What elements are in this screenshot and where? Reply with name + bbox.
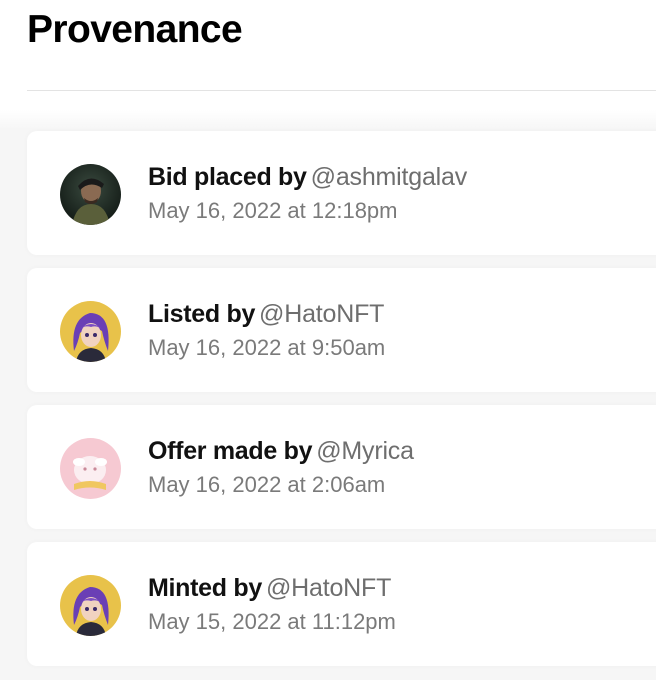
purple-hair-character-avatar[interactable] (60, 575, 121, 636)
event-date: May 16, 2022 at 12:18pm (148, 198, 398, 223)
purple-hair-character-avatar-image (60, 301, 121, 362)
user-handle-link[interactable]: @HatoNFT (259, 300, 384, 328)
event-title: Minted by @HatoNFT (148, 572, 396, 604)
user-handle-link[interactable]: @Myrica (316, 437, 414, 465)
provenance-list: Bid placed by @ashmitgalav May 16, 2022 a… (27, 131, 656, 679)
provenance-item-bid[interactable]: Bid placed by @ashmitgalav May 16, 2022 a… (27, 131, 656, 255)
event-action: Listed by (148, 300, 256, 328)
event-date: May 15, 2022 at 11:12pm (148, 609, 396, 634)
event-title: Bid placed by @ashmitgalav (148, 161, 467, 193)
event-action: Minted by (148, 574, 262, 602)
event-title: Offer made by @Myrica (148, 435, 414, 467)
purple-hair-character-avatar[interactable] (60, 301, 121, 362)
pink-sheep-avatar[interactable] (60, 438, 121, 499)
event-date: May 16, 2022 at 9:50am (148, 335, 386, 360)
event-text: Bid placed by @ashmitgalav May 16, 2022 a… (148, 161, 467, 227)
user-photo-avatar-image (60, 164, 121, 225)
provenance-item-minted[interactable]: Minted by @HatoNFT May 15, 2022 at 11:12p… (27, 542, 656, 666)
event-action: Bid placed by (148, 163, 307, 191)
provenance-item-offer[interactable]: Offer made by @Myrica May 16, 2022 at 2:0… (27, 405, 656, 529)
pink-sheep-avatar-image (60, 438, 121, 499)
user-photo-avatar[interactable] (60, 164, 121, 225)
purple-hair-character-avatar-image (60, 575, 121, 636)
provenance-item-listed[interactable]: Listed by @HatoNFT May 16, 2022 at 9:50am (27, 268, 656, 392)
event-text: Minted by @HatoNFT May 15, 2022 at 11:12p… (148, 572, 396, 638)
provenance-page: Provenance Bid placed by @ashmitgalav Ma… (0, 0, 656, 680)
user-handle-link[interactable]: @HatoNFT (266, 574, 391, 602)
event-text: Listed by @HatoNFT May 16, 2022 at 9:50am (148, 298, 385, 364)
page-title: Provenance (27, 8, 243, 51)
event-title: Listed by @HatoNFT (148, 298, 385, 330)
event-text: Offer made by @Myrica May 16, 2022 at 2:0… (148, 435, 414, 501)
title-divider (27, 90, 656, 91)
event-date: May 16, 2022 at 2:06am (148, 472, 386, 497)
user-handle-link[interactable]: @ashmitgalav (311, 163, 468, 191)
event-action: Offer made by (148, 437, 313, 465)
